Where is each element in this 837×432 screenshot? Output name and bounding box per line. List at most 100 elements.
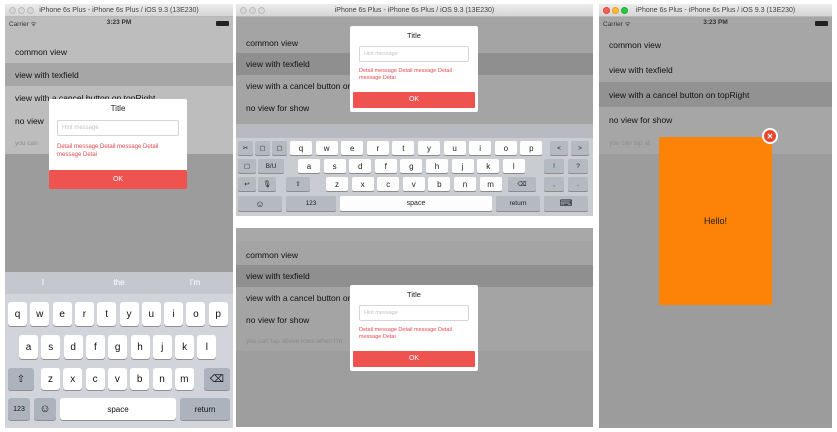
- comma-key[interactable]: ,: [544, 177, 564, 191]
- numbers-key[interactable]: 123: [286, 196, 336, 211]
- undo-icon[interactable]: ↩: [238, 177, 256, 191]
- list-item-common-view[interactable]: common view: [5, 40, 233, 63]
- key-u[interactable]: u: [443, 141, 466, 155]
- key-m[interactable]: m: [174, 368, 194, 390]
- key-p[interactable]: p: [520, 141, 543, 155]
- close-icon[interactable]: ✕: [762, 128, 778, 144]
- key-l[interactable]: l: [502, 159, 525, 173]
- key-e[interactable]: e: [52, 302, 72, 326]
- key-h[interactable]: h: [426, 159, 448, 173]
- emoji-icon[interactable]: ☺: [34, 398, 56, 420]
- cut-icon[interactable]: ✂: [238, 141, 253, 155]
- hint-text-field[interactable]: Hint message: [359, 305, 469, 321]
- key-x[interactable]: x: [63, 368, 83, 390]
- key-b[interactable]: b: [130, 368, 150, 390]
- backspace-key[interactable]: ⌫: [204, 368, 230, 390]
- key-d[interactable]: d: [63, 335, 83, 359]
- key-x[interactable]: x: [351, 177, 374, 191]
- question-key[interactable]: ?: [568, 159, 588, 173]
- key-p[interactable]: p: [208, 302, 228, 326]
- period-key[interactable]: .: [568, 177, 588, 191]
- key-u[interactable]: u: [141, 302, 161, 326]
- ok-button[interactable]: OK: [353, 351, 475, 367]
- ok-button[interactable]: OK: [49, 170, 187, 189]
- key-c[interactable]: c: [85, 368, 105, 390]
- key-y[interactable]: y: [418, 141, 440, 155]
- prev-key[interactable]: <: [550, 141, 568, 155]
- key-r[interactable]: r: [366, 141, 389, 155]
- list-item-no-view[interactable]: no view for show: [599, 107, 832, 132]
- key-z[interactable]: z: [41, 368, 60, 390]
- zoom-window-dot[interactable]: [258, 7, 265, 14]
- key-e[interactable]: e: [341, 141, 364, 155]
- key-r[interactable]: r: [74, 302, 94, 326]
- copy-icon[interactable]: ▢: [238, 159, 256, 173]
- close-window-dot[interactable]: [9, 7, 16, 14]
- close-window-dot[interactable]: [240, 7, 247, 14]
- key-s[interactable]: s: [41, 335, 61, 359]
- key-k[interactable]: k: [175, 335, 195, 359]
- list-item-cancel-button[interactable]: view with a cancel button on topRight: [599, 82, 832, 107]
- key-o[interactable]: o: [494, 141, 517, 155]
- list-item-common-view[interactable]: common view: [599, 32, 832, 57]
- backspace-key[interactable]: ⌫: [508, 177, 536, 191]
- format-button[interactable]: B/U: [258, 159, 284, 173]
- zoom-window-dot[interactable]: [27, 7, 34, 14]
- copy-icon[interactable]: ▢: [255, 141, 270, 155]
- key-h[interactable]: h: [130, 335, 150, 359]
- microphone-icon[interactable]: 🎙: [258, 177, 276, 191]
- space-key[interactable]: space: [60, 398, 176, 420]
- list-item-view-with-textfield[interactable]: view with texfield: [599, 57, 832, 82]
- minimize-window-dot[interactable]: [18, 7, 25, 14]
- key-f[interactable]: f: [85, 335, 105, 359]
- hint-text-field[interactable]: Hint message: [57, 120, 179, 136]
- key-m[interactable]: m: [479, 177, 502, 191]
- numbers-key[interactable]: 123: [8, 398, 30, 420]
- key-i[interactable]: i: [469, 141, 492, 155]
- suggestion-2[interactable]: the: [81, 278, 157, 287]
- key-s[interactable]: s: [323, 159, 346, 173]
- key-w[interactable]: w: [315, 141, 338, 155]
- ok-button[interactable]: OK: [353, 92, 475, 108]
- paste-icon[interactable]: ▢: [272, 141, 287, 155]
- list-item-common-view[interactable]: common view: [236, 245, 593, 265]
- key-o[interactable]: o: [186, 302, 206, 326]
- space-key[interactable]: space: [340, 196, 492, 211]
- key-b[interactable]: b: [428, 177, 451, 191]
- return-key[interactable]: return: [496, 196, 540, 211]
- key-k[interactable]: k: [477, 159, 500, 173]
- key-g[interactable]: g: [400, 159, 423, 173]
- key-j[interactable]: j: [451, 159, 474, 173]
- suggestion-3[interactable]: I'm: [157, 278, 233, 287]
- key-z[interactable]: z: [326, 177, 348, 191]
- emoji-icon[interactable]: ☺: [238, 196, 282, 211]
- exclaim-key[interactable]: !: [544, 159, 564, 173]
- list-item-view-with-textfield[interactable]: view with texfield: [5, 63, 233, 86]
- key-a[interactable]: a: [19, 335, 38, 359]
- key-w[interactable]: w: [30, 302, 50, 326]
- shift-key[interactable]: ⇧: [286, 177, 310, 191]
- key-v[interactable]: v: [107, 368, 127, 390]
- key-y[interactable]: y: [119, 302, 139, 326]
- zoom-window-dot[interactable]: [621, 7, 628, 14]
- key-v[interactable]: v: [402, 177, 425, 191]
- minimize-window-dot[interactable]: [612, 7, 619, 14]
- key-c[interactable]: c: [377, 177, 400, 191]
- key-l[interactable]: l: [197, 335, 217, 359]
- next-key[interactable]: >: [571, 141, 589, 155]
- key-a[interactable]: a: [298, 159, 320, 173]
- key-t[interactable]: t: [392, 141, 415, 155]
- key-d[interactable]: d: [349, 159, 372, 173]
- key-q[interactable]: q: [8, 302, 27, 326]
- key-n[interactable]: n: [152, 368, 172, 390]
- shift-key[interactable]: ⇧: [8, 368, 34, 390]
- return-key[interactable]: return: [180, 398, 230, 420]
- suggestion-1[interactable]: I: [5, 278, 81, 287]
- close-window-dot[interactable]: [603, 7, 610, 14]
- key-f[interactable]: f: [374, 159, 397, 173]
- key-g[interactable]: g: [108, 335, 128, 359]
- minimize-window-dot[interactable]: [249, 7, 256, 14]
- hint-text-field[interactable]: Hint message: [359, 46, 469, 62]
- key-i[interactable]: i: [164, 302, 184, 326]
- key-q[interactable]: q: [290, 141, 312, 155]
